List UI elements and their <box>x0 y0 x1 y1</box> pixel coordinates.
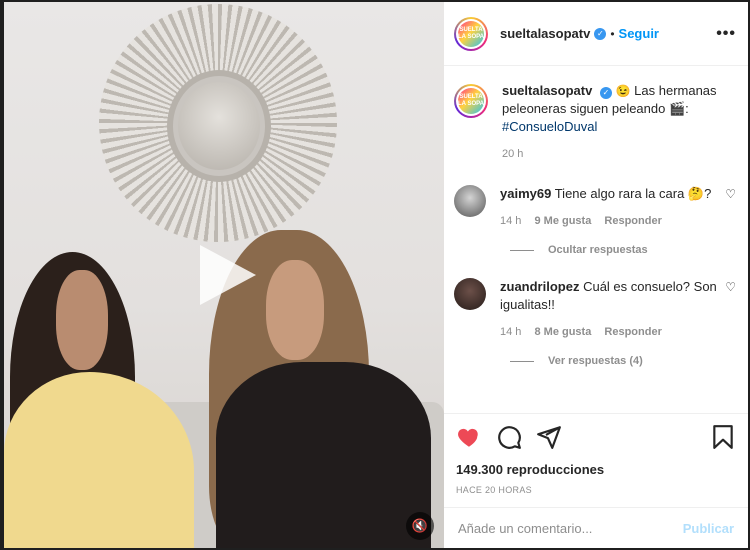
post-timestamp: HACE 20 HORAS <box>456 485 532 495</box>
heart-icon[interactable] <box>456 424 482 450</box>
follow-button[interactable]: Seguir <box>619 26 659 41</box>
verified-badge-icon: ✓ <box>599 87 612 99</box>
comment-likes[interactable]: 9 Me gusta <box>534 215 591 227</box>
avatar[interactable] <box>454 278 486 310</box>
reply-button[interactable]: Responder <box>604 215 661 227</box>
comment-icon[interactable] <box>496 424 522 450</box>
caption-time: 20 h <box>502 148 524 160</box>
caption-username[interactable]: sueltalasopatv <box>502 83 592 98</box>
more-options-icon[interactable]: ••• <box>716 25 736 43</box>
comment-text: Tiene algo rara la cara 🤔? <box>554 186 712 201</box>
hashtag-link[interactable]: #ConsueloDuval <box>502 119 597 134</box>
bookmark-icon[interactable] <box>710 424 736 450</box>
comment-item: zuandrilopez Cuál es consuelo? Son igual… <box>454 278 736 341</box>
divider <box>510 360 534 362</box>
caption: SUELTA LA SOPA sueltalasopatv ✓ 😉 Las he… <box>454 82 736 163</box>
comment-username[interactable]: yaimy69 <box>500 186 551 201</box>
comment-username[interactable]: zuandrilopez <box>500 279 579 294</box>
comment-item: yaimy69 Tiene algo rara la cara 🤔? 14 h … <box>454 185 736 230</box>
woman-left-face <box>56 270 108 370</box>
comment-likes[interactable]: 8 Me gusta <box>534 326 591 338</box>
avatar[interactable] <box>454 185 486 217</box>
comment-time: 14 h <box>500 326 522 338</box>
publish-button[interactable]: Publicar <box>683 521 734 536</box>
divider <box>510 249 534 251</box>
views-count[interactable]: 149.300 reproducciones <box>456 462 736 477</box>
verified-badge-icon: ✓ <box>594 27 607 40</box>
woman-right-top <box>216 362 431 548</box>
woman-right-face <box>266 260 324 360</box>
toggle-replies[interactable]: Ocultar respuestas <box>510 244 736 256</box>
comment-time: 14 h <box>500 215 522 227</box>
separator-dot: • <box>610 26 615 41</box>
share-icon[interactable] <box>536 424 562 450</box>
toggle-replies-label[interactable]: Ocultar respuestas <box>548 244 648 256</box>
mute-icon[interactable]: 🔇 <box>406 512 434 540</box>
post-sidebar: SUELTA LA SOPA sueltalasopatv ✓ • Seguir… <box>444 2 748 548</box>
brand-logo: SUELTA LA SOPA <box>458 88 484 114</box>
caption-emoji: 😉 <box>615 84 631 98</box>
mirror-glass <box>178 82 260 170</box>
heart-icon[interactable]: ♡ <box>725 280 736 341</box>
avatar[interactable]: SUELTA LA SOPA <box>454 16 488 51</box>
toggle-replies[interactable]: Ver respuestas (4) <box>510 355 736 367</box>
comments-section[interactable]: SUELTA LA SOPA sueltalasopatv ✓ 😉 Las he… <box>444 66 748 413</box>
post-header: SUELTA LA SOPA sueltalasopatv ✓ • Seguir… <box>444 2 748 66</box>
post-actions: 149.300 reproducciones HACE 20 HORAS <box>444 413 748 495</box>
reply-button[interactable]: Responder <box>604 326 661 338</box>
add-comment-bar: Publicar <box>444 507 748 548</box>
toggle-replies-label[interactable]: Ver respuestas (4) <box>548 355 643 367</box>
play-icon[interactable] <box>200 245 256 305</box>
woman-left-jacket <box>4 372 194 548</box>
heart-icon[interactable]: ♡ <box>725 187 736 230</box>
video-player[interactable]: 🔇 <box>4 2 444 548</box>
caption-avatar[interactable]: SUELTA LA SOPA <box>454 84 488 118</box>
comment-input[interactable] <box>458 520 683 536</box>
brand-logo: SUELTA LA SOPA <box>458 20 484 47</box>
username[interactable]: sueltalasopatv <box>500 26 590 41</box>
